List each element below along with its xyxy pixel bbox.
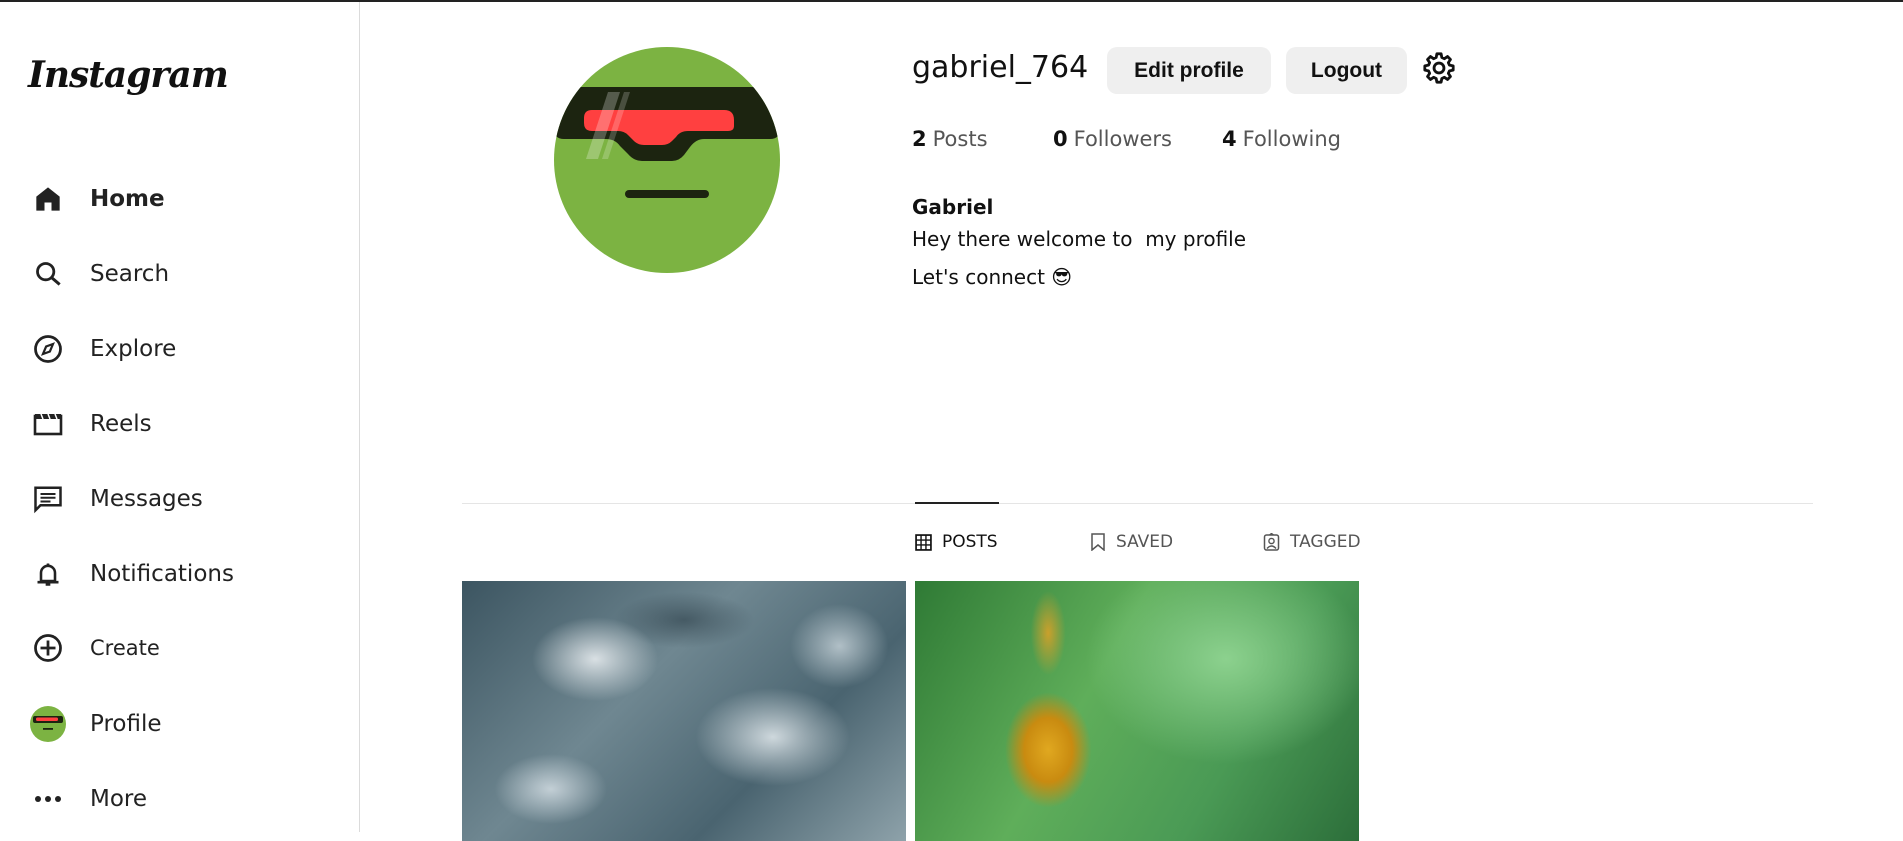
bio-line: Let's connect 😎 — [912, 265, 1073, 289]
posts-count: 2 Posts — [912, 127, 988, 151]
plus-circle-icon — [30, 630, 66, 666]
avatar — [30, 706, 66, 742]
tagged-user-icon — [1263, 533, 1280, 551]
tab-posts[interactable]: POSTS — [915, 532, 998, 552]
sidebar-item-label: Profile — [90, 711, 162, 737]
more-icon — [30, 781, 66, 817]
sidebar-item-more[interactable]: More — [30, 774, 147, 824]
tab-tagged[interactable]: TAGGED — [1263, 532, 1361, 552]
bio-line: Hey there welcome to my profile — [912, 227, 1247, 251]
tab-label: SAVED — [1116, 532, 1174, 552]
tab-label: POSTS — [942, 532, 998, 552]
profile-divider — [462, 503, 1813, 504]
sidebar-item-label: Messages — [90, 486, 203, 512]
sidebar-item-notifications[interactable]: Notifications — [30, 549, 234, 599]
sidebar-item-messages[interactable]: Messages — [30, 474, 203, 524]
profile-avatar[interactable] — [554, 47, 780, 273]
sidebar-item-label: Create — [90, 636, 160, 660]
sidebar-item-label: Home — [90, 186, 165, 212]
sidebar-item-label: Reels — [90, 411, 152, 437]
post-thumbnail-sunflower[interactable] — [915, 581, 1359, 841]
message-icon — [30, 481, 66, 517]
bell-icon — [30, 556, 66, 592]
gear-icon[interactable] — [1422, 51, 1458, 87]
search-icon — [30, 256, 66, 292]
instagram-logo[interactable]: Instagram — [28, 54, 229, 96]
tab-saved[interactable]: SAVED — [1090, 532, 1173, 552]
bookmark-icon — [1091, 533, 1105, 551]
post-thumbnail-waves[interactable] — [462, 581, 906, 841]
sidebar-item-create[interactable]: Create — [30, 623, 160, 673]
sidebar-item-explore[interactable]: Explore — [30, 324, 176, 374]
sidebar-item-label: Search — [90, 261, 170, 287]
posts-count-value: 2 — [912, 127, 927, 151]
active-tab-indicator — [915, 502, 999, 504]
profile-username: gabriel_764 — [912, 50, 1089, 85]
sidebar-item-profile[interactable]: Profile — [30, 699, 162, 749]
sidebar-item-home[interactable]: Home — [30, 174, 165, 224]
sidebar-item-label: Notifications — [90, 561, 234, 587]
sidebar-item-label: More — [90, 786, 148, 812]
posts-count-label: Posts — [932, 127, 988, 151]
sidebar-item-reels[interactable]: Reels — [30, 399, 152, 449]
following-count-label: Following — [1242, 127, 1341, 151]
followers-count-value: 0 — [1053, 127, 1068, 151]
grid-icon — [915, 533, 932, 551]
followers-count-label: Followers — [1073, 127, 1172, 151]
edit-profile-button[interactable]: Edit profile — [1107, 47, 1271, 94]
followers-count[interactable]: 0 Followers — [1053, 127, 1172, 151]
tab-label: TAGGED — [1290, 532, 1361, 552]
home-icon — [30, 181, 66, 217]
following-count-value: 4 — [1222, 127, 1237, 151]
following-count[interactable]: 4 Following — [1222, 127, 1341, 151]
sidebar: Instagram Home Search Explore Reels Mess… — [0, 2, 360, 832]
compass-icon — [30, 331, 66, 367]
logout-button[interactable]: Logout — [1286, 47, 1407, 94]
sidebar-item-search[interactable]: Search — [30, 249, 169, 299]
sidebar-item-label: Explore — [90, 336, 177, 362]
reels-icon — [30, 406, 66, 442]
profile-full-name: Gabriel — [912, 195, 994, 219]
